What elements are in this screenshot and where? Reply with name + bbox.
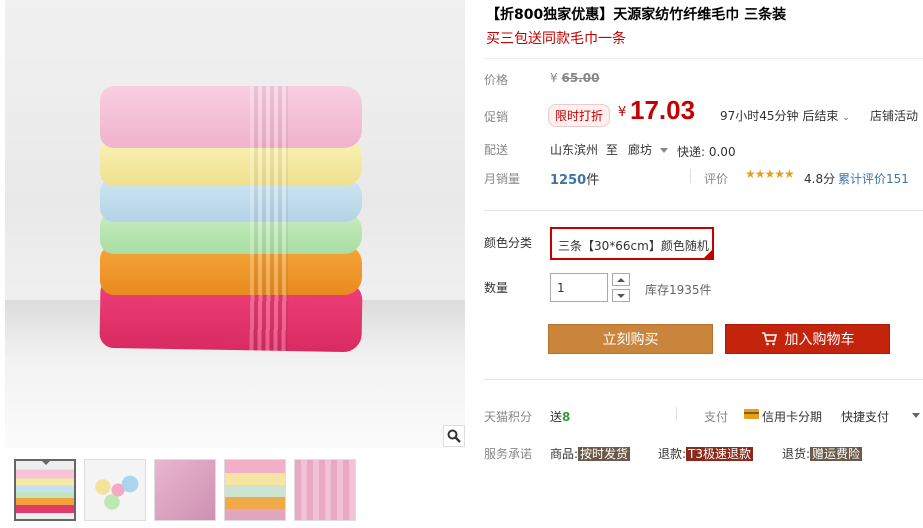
quantity-label: 数量 <box>484 281 509 295</box>
stock-count: 库存1935件 <box>645 283 712 297</box>
thumbnail-4[interactable] <box>224 459 286 521</box>
credit-card-icon <box>744 409 759 419</box>
quickpay-link[interactable]: 快捷支付 <box>841 408 889 425</box>
add-to-cart-label: 加入购物车 <box>784 332 855 348</box>
thumbnail-2[interactable] <box>84 459 146 521</box>
service-refund[interactable]: 退款: T3极速退款 <box>658 445 754 462</box>
divider <box>484 210 923 211</box>
sku-option-label: 三条【30*66cm】颜色随机 <box>558 239 709 253</box>
sales-label: 月销量 <box>484 172 521 186</box>
price-panel: 价格 ¥ 65.00 促销 限时打折 ¥ 17.03 97小时45分钟 后结束 … <box>484 58 923 198</box>
thumbnail-5[interactable] <box>294 459 356 521</box>
original-price: ¥ 65.00 <box>550 71 599 85</box>
zoom-button[interactable] <box>443 425 465 447</box>
selected-check-icon <box>704 250 712 258</box>
service-return-prefix: 退货: <box>782 447 811 461</box>
installment-link[interactable]: 信用卡分期 <box>762 408 822 425</box>
review-count-link[interactable]: 累计评价151 <box>838 170 909 187</box>
points-prefix: 送 <box>550 410 563 424</box>
ship-to-city: 廊坊 <box>628 143 653 157</box>
points-value: 送8 <box>550 408 570 425</box>
product-subtitle: 买三包送同款毛巾一条 <box>486 31 626 47</box>
thumbnail-strip <box>14 459 356 521</box>
main-product-image[interactable] <box>5 0 465 448</box>
monthly-sales-unit: 件 <box>586 173 600 188</box>
caret-down-icon[interactable] <box>912 413 920 418</box>
service-label: 服务承诺 <box>484 447 533 461</box>
add-to-cart-button[interactable]: 加入购物车 <box>725 324 890 354</box>
quantity-input[interactable] <box>550 273 608 302</box>
promo-tag: 限时打折 <box>548 104 611 127</box>
monthly-sales: 1250件 <box>550 169 599 188</box>
quantity-decrease-button[interactable] <box>612 289 630 302</box>
points-label: 天猫积分 <box>484 410 533 424</box>
rating-stars: ★★★★★ <box>745 167 795 181</box>
countdown-text: 97小时45分钟 后结束 <box>720 109 839 123</box>
product-title: 【折800独家优惠】天源家纺竹纤维毛巾 三条装 <box>486 7 787 23</box>
shipping-fee: 快递: 0.00 <box>677 145 736 159</box>
ship-from: 山东滨州 至 <box>550 141 618 158</box>
divider <box>484 379 923 380</box>
rating-label: 评价 <box>704 172 729 186</box>
cart-icon <box>761 332 777 346</box>
monthly-sales-count: 1250 <box>550 173 587 188</box>
caret-down-icon <box>659 148 668 153</box>
magnifier-icon <box>447 429 461 443</box>
service-shipping-prefix: 商品: <box>550 447 579 461</box>
price-label: 价格 <box>484 73 509 87</box>
service-refund-tag: T3极速退款 <box>686 447 754 461</box>
points-number: 8 <box>562 410 571 424</box>
store-activity-dropdown[interactable]: 店铺活动 ⌄ <box>870 107 923 124</box>
current-currency-symbol: ¥ <box>618 105 627 120</box>
service-shipping-tag: 按时发货 <box>578 447 631 461</box>
rating-score: 4.8分 <box>804 172 836 186</box>
quantity-increase-button[interactable] <box>612 273 630 286</box>
sku-option-selected[interactable]: 三条【30*66cm】颜色随机 <box>550 227 714 260</box>
promo-label: 促销 <box>484 110 509 124</box>
ship-from-city: 山东滨州 <box>550 143 599 157</box>
countdown-dropdown[interactable]: 97小时45分钟 后结束 ⌄ <box>720 107 850 124</box>
buy-now-button[interactable]: 立刻购买 <box>548 324 713 354</box>
current-price: 17.03 <box>630 95 696 125</box>
service-shipping[interactable]: 商品: 按时发货 <box>550 445 631 462</box>
thumbnail-3[interactable] <box>154 459 216 521</box>
caret-down-icon <box>617 293 625 298</box>
color-label: 颜色分类 <box>484 236 533 250</box>
shipping-label: 配送 <box>484 143 509 157</box>
towel-pink <box>100 86 362 148</box>
currency-symbol: ¥ <box>550 71 558 85</box>
ship-to-selector[interactable]: 廊坊 <box>628 141 668 158</box>
service-return-tag: 赠运费险 <box>810 447 863 461</box>
service-return[interactable]: 退货: 赠运费险 <box>782 445 863 462</box>
service-refund-prefix: 退款: <box>658 447 687 461</box>
caret-up-icon <box>617 277 625 282</box>
original-price-value: 65.00 <box>561 71 600 85</box>
thumbnail-1[interactable] <box>14 459 76 521</box>
divider <box>690 169 691 183</box>
payment-label: 支付 <box>704 410 729 424</box>
chevron-down-icon: ⌄ <box>842 113 850 123</box>
store-activity-label: 店铺活动 <box>870 109 919 123</box>
ship-to-word: 至 <box>605 143 618 157</box>
divider <box>676 407 677 421</box>
